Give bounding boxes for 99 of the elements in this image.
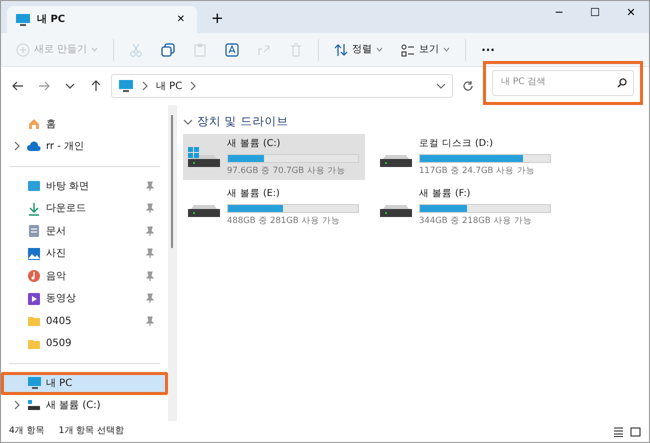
sidebar-label: 내 PC	[46, 376, 72, 391]
chevron-icon	[183, 116, 193, 127]
section-header[interactable]: 장치 및 드라이브	[183, 113, 643, 130]
sidebar-item[interactable]: rr - 개인	[1, 136, 168, 158]
maximize-button[interactable]: ☐	[577, 1, 613, 25]
chevron-right-icon	[188, 81, 198, 91]
details-view-icon	[613, 426, 624, 436]
drive-space-text: 117GB 중 24.7GB 사용 가능	[419, 164, 536, 178]
desktop-icon	[27, 179, 41, 194]
sidebar-label: 바탕 화면	[46, 180, 90, 194]
sidebar-label: 사진	[46, 247, 66, 262]
house-icon	[27, 117, 41, 132]
trash-icon	[289, 42, 304, 56]
chevron-down-icon	[436, 81, 446, 91]
drive-tile[interactable]: 새 볼륨 (E:) 488GB 중 281GB 사용 가능	[183, 184, 365, 230]
sidebar-label: 홈	[46, 118, 56, 132]
sidebar-label: 다운로드	[46, 202, 86, 216]
drive-tile[interactable]: 로컬 디스크 (D:) 117GB 중 24.7GB 사용 가능	[375, 134, 547, 180]
picture-icon	[27, 246, 41, 261]
caret-icon	[376, 47, 384, 52]
copy-icon	[161, 42, 176, 56]
sidebar-item[interactable]: 문서	[1, 220, 168, 242]
sidebar-label: 0509	[46, 337, 72, 352]
pin-icon	[145, 226, 155, 237]
sidebar-label: 새 볼륨 (C:)	[46, 399, 101, 414]
close-tab-button[interactable]: ✕	[172, 12, 189, 27]
drive-space-text: 97.6GB 중 70.7GB 사용 가능	[227, 164, 346, 178]
pin-icon	[145, 270, 155, 282]
section-title: 장치 및 드라이브	[197, 113, 288, 130]
pin-icon	[145, 316, 155, 327]
status-text: 4개 항목	[9, 424, 45, 438]
drive-tile[interactable]: 새 볼륨 (F:) 344GB 중 218GB 사용 가능	[375, 184, 547, 230]
text-box-icon	[225, 42, 240, 56]
sidebar-item[interactable]: 새 볼륨 (C:)	[1, 394, 168, 417]
scrollbar[interactable]	[168, 105, 176, 421]
pin-icon	[145, 293, 155, 304]
breadcrumb[interactable]: 내 PC	[156, 78, 182, 94]
sort-arrows-icon	[334, 42, 348, 56]
new-tab-button[interactable]: +	[205, 6, 230, 29]
sidebar-label: 음악	[46, 270, 66, 284]
address-bar[interactable]: 내 PC	[111, 74, 453, 98]
refresh-icon	[462, 80, 474, 92]
up-arrow-icon	[90, 80, 102, 92]
monitor-icon	[15, 12, 31, 26]
scissors-icon	[129, 42, 144, 56]
sidebar-item[interactable]: 내 PC	[1, 372, 168, 394]
drive-name: 로컬 디스크 (D:)	[419, 137, 494, 152]
sidebar-label: 0405	[46, 314, 72, 329]
caret-icon	[91, 47, 98, 52]
chevron-right-icon	[140, 81, 150, 91]
pin-icon	[145, 248, 155, 260]
folder-icon	[27, 314, 41, 328]
search-icon	[617, 78, 627, 88]
sidebar-item[interactable]: 바탕 화면	[1, 175, 168, 198]
monitor-icon	[27, 376, 41, 390]
share-icon	[257, 42, 272, 56]
pin-icon	[145, 180, 155, 192]
caret-icon	[443, 47, 450, 52]
window-tab[interactable]: 내 PC ✕	[7, 6, 197, 33]
drive-name: 새 볼륨 (F:)	[419, 187, 472, 202]
view-button[interactable]: 보기	[394, 39, 458, 60]
minimize-button[interactable]: ─	[541, 1, 577, 25]
document-icon	[27, 224, 41, 238]
sidebar-item[interactable]: 홈	[1, 113, 168, 136]
forward-arrow-icon	[38, 80, 50, 92]
drive-icon	[27, 398, 41, 413]
drive-name: 새 볼륨 (E:)	[227, 187, 281, 202]
monitor-icon	[118, 79, 134, 93]
drive-space-text: 488GB 중 281GB 사용 가능	[227, 214, 342, 228]
cloud-icon	[27, 140, 41, 154]
sidebar-item[interactable]: 0509	[1, 332, 168, 355]
music-icon	[27, 269, 41, 284]
drive-space-text: 344GB 중 218GB 사용 가능	[419, 214, 534, 228]
back-arrow-icon	[12, 80, 24, 92]
pin-icon	[145, 203, 155, 214]
status-text: 1개 항목 선택함	[58, 424, 124, 438]
more-button[interactable]: ···	[474, 38, 502, 62]
list-icon	[401, 42, 416, 56]
sidebar-item[interactable]: 동영상	[1, 288, 168, 310]
sidebar-label: rr - 개인	[46, 140, 84, 154]
plus-circle-icon	[16, 42, 30, 56]
expand-chevron-icon	[12, 140, 22, 151]
tab-label: 내 PC	[37, 13, 66, 27]
clipboard-icon	[193, 42, 208, 56]
expand-chevron-icon	[12, 400, 22, 410]
sidebar-item[interactable]: 0405	[1, 310, 168, 332]
close-button[interactable]: ✕	[613, 1, 649, 25]
search-box[interactable]: 내 PC 검색	[492, 70, 634, 96]
sidebar-label: 문서	[46, 224, 66, 239]
drive-name: 새 볼륨 (C:)	[227, 137, 282, 152]
sidebar-item[interactable]: 음악	[1, 265, 168, 288]
sidebar-item[interactable]: 다운로드	[1, 198, 168, 220]
download-icon	[27, 202, 41, 216]
video-icon	[27, 292, 41, 306]
drive-tile[interactable]: 새 볼륨 (C:) 97.6GB 중 70.7GB 사용 가능	[183, 134, 365, 180]
sidebar-item[interactable]: 사진	[1, 242, 168, 265]
sidebar-label: 동영상	[46, 292, 76, 306]
sort-button[interactable]: 정렬	[327, 39, 390, 60]
tiles-view-icon	[630, 426, 641, 436]
